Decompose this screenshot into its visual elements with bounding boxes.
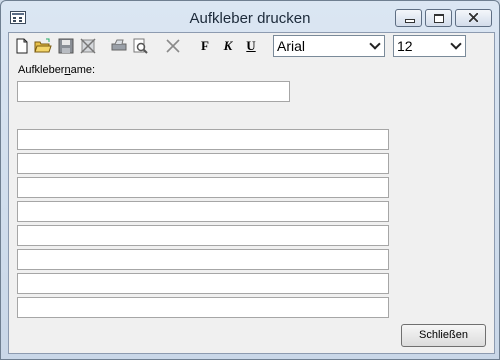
- delete-icon[interactable]: [79, 37, 97, 55]
- font-family-select[interactable]: Arial: [273, 35, 385, 57]
- dialog-client-area: F K U Arial 12 Aufklebername: Schließen: [8, 32, 495, 354]
- print-icon[interactable]: [110, 37, 128, 55]
- bold-icon[interactable]: F: [196, 37, 214, 55]
- minimize-button[interactable]: [395, 9, 422, 27]
- label-line-2-input[interactable]: [17, 153, 389, 174]
- label-name-caption: Aufklebername:: [18, 64, 95, 76]
- chevron-down-icon: [369, 38, 381, 50]
- print-preview-icon[interactable]: [131, 37, 149, 55]
- label-line-7-input[interactable]: [17, 273, 389, 294]
- italic-icon[interactable]: K: [219, 37, 237, 55]
- underline-icon[interactable]: U: [242, 37, 260, 55]
- clear-icon[interactable]: [164, 37, 182, 55]
- label-name-caption-end: ame:: [70, 64, 96, 76]
- close-button[interactable]: Schließen: [401, 324, 486, 347]
- title-bar[interactable]: Aufkleber drucken: [1, 1, 499, 33]
- print-label-window: Aufkleber drucken F K U Arial 12 Aufkleb…: [0, 0, 500, 360]
- label-name-input[interactable]: [17, 81, 290, 102]
- open-folder-icon[interactable]: [34, 37, 52, 55]
- label-name-caption-start: Aufkleber: [18, 64, 65, 76]
- save-icon[interactable]: [57, 37, 75, 55]
- label-line-5-input[interactable]: [17, 225, 389, 246]
- label-line-6-input[interactable]: [17, 249, 389, 270]
- label-line-3-input[interactable]: [17, 177, 389, 198]
- chevron-down-icon: [450, 38, 462, 50]
- font-size-select[interactable]: 12: [393, 35, 466, 57]
- label-line-1-input[interactable]: [17, 129, 389, 150]
- new-document-icon[interactable]: [13, 37, 31, 55]
- maximize-button[interactable]: [425, 9, 452, 27]
- label-line-8-input[interactable]: [17, 297, 389, 318]
- font-size-value: 12: [397, 38, 413, 54]
- close-window-button[interactable]: [455, 9, 492, 27]
- label-line-4-input[interactable]: [17, 201, 389, 222]
- font-family-value: Arial: [277, 38, 306, 54]
